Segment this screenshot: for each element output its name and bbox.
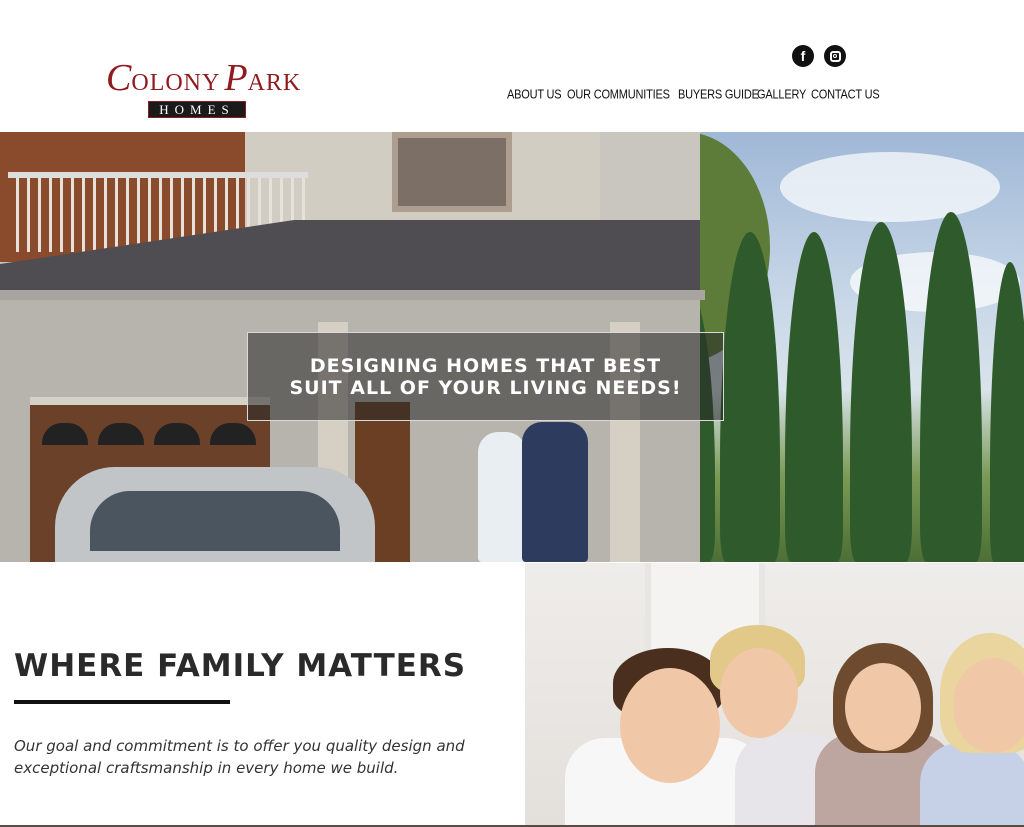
garage-window bbox=[42, 423, 88, 445]
hero-tagline-line1: DESIGNING HOMES THAT BEST bbox=[309, 354, 662, 377]
instagram-glyph bbox=[829, 50, 841, 62]
car bbox=[55, 467, 375, 562]
facebook-icon[interactable]: f bbox=[792, 45, 814, 67]
logo-wordmark: COLONY PARK bbox=[106, 58, 301, 103]
nav-gallery[interactable]: GALLERY bbox=[757, 88, 806, 102]
logo-olony: OLONY bbox=[131, 70, 221, 96]
logo-letter-p: P bbox=[224, 57, 248, 99]
nav-about-us[interactable]: ABOUT US bbox=[507, 88, 562, 102]
logo-homes-bar: HOMES bbox=[148, 101, 246, 118]
person-woman bbox=[478, 432, 526, 562]
section-title: WHERE FAMILY MATTERS bbox=[14, 648, 467, 684]
cypress-tree bbox=[990, 262, 1024, 562]
family-photo bbox=[525, 563, 1024, 825]
cypress-tree bbox=[785, 232, 843, 562]
instagram-icon[interactable] bbox=[824, 45, 846, 67]
garage-window bbox=[210, 423, 256, 445]
person-man bbox=[522, 422, 588, 562]
upper-window bbox=[392, 132, 512, 212]
hero-tagline-box: DESIGNING HOMES THAT BEST SUIT ALL OF YO… bbox=[247, 332, 724, 421]
man-face bbox=[620, 668, 720, 783]
nav-contact-us[interactable]: CONTACT US bbox=[811, 88, 880, 102]
logo-ark: ARK bbox=[247, 70, 302, 96]
car-windshield bbox=[90, 491, 340, 551]
facebook-glyph: f bbox=[800, 48, 806, 64]
section-description: Our goal and commitment is to offer you … bbox=[14, 737, 465, 777]
boy-face bbox=[720, 648, 798, 738]
nav-our-communities[interactable]: OUR COMMUNITIES bbox=[567, 88, 670, 102]
title-underline bbox=[14, 700, 230, 704]
garage-window bbox=[154, 423, 200, 445]
cloud bbox=[780, 152, 1000, 222]
garage-window bbox=[98, 423, 144, 445]
girl-face bbox=[845, 663, 921, 751]
woman-face bbox=[953, 658, 1024, 753]
hero-tagline-line2: SUIT ALL OF YOUR LIVING NEEDS! bbox=[289, 376, 682, 399]
colony-park-homes-logo[interactable]: COLONY PARK HOMES bbox=[106, 58, 300, 122]
roof-eave bbox=[0, 290, 705, 300]
hero-banner: DESIGNING HOMES THAT BEST SUIT ALL OF YO… bbox=[0, 132, 1024, 562]
logo-letter-c: C bbox=[106, 57, 132, 99]
site-header: COLONY PARK HOMES f ABOUT US OUR COMMUNI… bbox=[0, 0, 1024, 132]
woman-shirt bbox=[920, 743, 1024, 825]
nav-buyers-guide[interactable]: BUYERS GUIDE bbox=[678, 88, 759, 102]
